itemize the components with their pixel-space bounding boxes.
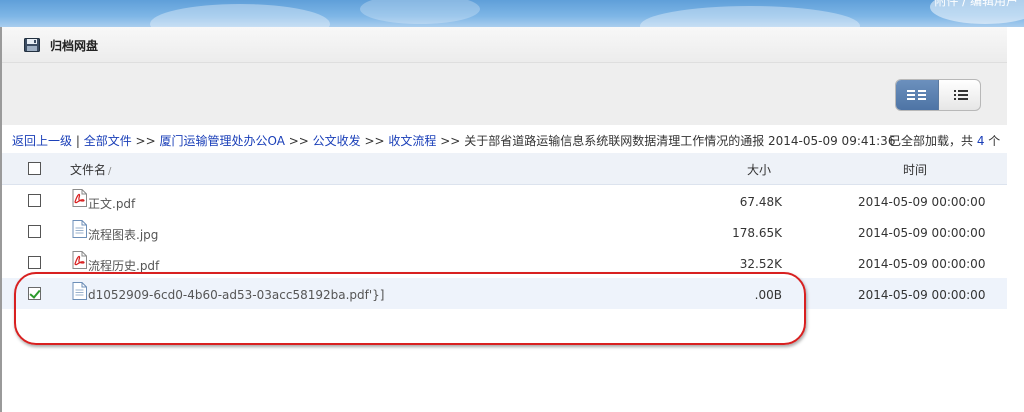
- right-edge: [1007, 27, 1024, 412]
- file-name[interactable]: d1052909-6cd0-4b60-ad53-03acc58192ba.pdf…: [88, 288, 384, 302]
- breadcrumb-document-exchange-link[interactable]: 公文收发: [313, 134, 361, 148]
- grid-view-button[interactable]: [896, 80, 939, 110]
- breadcrumb-separator: >>: [131, 134, 160, 148]
- file-time: 2014-05-09 00:00:00: [858, 195, 986, 209]
- breadcrumb-current-folder: 关于部省道路运输信息系统联网数据清理工作情况的通报 2014-05-09 09:…: [464, 134, 896, 148]
- table-header-row: 文件名 / 大小 时间: [2, 153, 1007, 185]
- table-row-selected[interactable]: d1052909-6cd0-4b60-ad53-03acc58192ba.pdf…: [2, 278, 1007, 309]
- file-size: .00B: [754, 288, 782, 302]
- view-toggle: [895, 79, 981, 111]
- load-status-suffix: 个: [984, 134, 1001, 148]
- file-time: 2014-05-09 00:00:00: [858, 288, 986, 302]
- file-time: 2014-05-09 00:00:00: [858, 226, 986, 240]
- table-row[interactable]: 流程历史.pdf 32.52K 2014-05-09 00:00:00: [2, 247, 1007, 278]
- pdf-file-icon: [72, 251, 87, 269]
- file-name[interactable]: 流程历史.pdf: [88, 257, 159, 274]
- row-checkbox[interactable]: [28, 225, 41, 238]
- breadcrumb-separator: |: [72, 134, 84, 148]
- file-table: 文件名 / 大小 时间 正文.pdf 67.48K 2014-05-09 00:0…: [2, 153, 1007, 309]
- file-name[interactable]: 流程图表.jpg: [88, 226, 158, 243]
- select-all-checkbox[interactable]: [28, 162, 41, 175]
- column-header-name-label: 文件名: [70, 163, 107, 177]
- breadcrumb-separator: >>: [284, 134, 313, 148]
- banner-cloud: [360, 0, 480, 24]
- file-size: 67.48K: [739, 195, 782, 209]
- row-checkbox[interactable]: [28, 194, 41, 207]
- file-size: 32.52K: [739, 257, 782, 271]
- banner-cloud: [150, 4, 330, 27]
- breadcrumb-bar: 返回上一级 | 全部文件 >> 厦门运输管理处办公OA >> 公文收发 >> 收…: [2, 125, 1007, 153]
- breadcrumb-back-link[interactable]: 返回上一级: [12, 134, 72, 148]
- breadcrumb: 返回上一级 | 全部文件 >> 厦门运输管理处办公OA >> 公文收发 >> 收…: [12, 132, 895, 149]
- load-status-prefix: 已全部加载，共: [889, 134, 977, 148]
- page-title: 归档网盘: [50, 39, 99, 53]
- banner-corner-text: 附件 / 编辑用户: [934, 0, 1018, 8]
- banner-cloud: [640, 6, 860, 27]
- breadcrumb-receive-flow-link[interactable]: 收文流程: [388, 134, 436, 148]
- sort-icon: /: [108, 166, 112, 177]
- list-view-button[interactable]: [939, 80, 980, 110]
- generic-file-icon: [72, 282, 87, 300]
- row-checkbox[interactable]: [28, 256, 41, 269]
- toolbar: [2, 63, 1007, 125]
- breadcrumb-separator: >>: [360, 134, 389, 148]
- image-file-icon: [72, 220, 87, 238]
- file-name[interactable]: 正文.pdf: [88, 195, 135, 212]
- title-bar: 归档网盘: [2, 27, 1007, 63]
- top-banner: 附件 / 编辑用户: [0, 0, 1024, 27]
- breadcrumb-separator: >>: [436, 134, 465, 148]
- grid-view-icon: [907, 90, 926, 100]
- row-checkbox-checked[interactable]: [28, 287, 41, 300]
- breadcrumb-all-files-link[interactable]: 全部文件: [84, 134, 132, 148]
- file-time: 2014-05-09 00:00:00: [858, 257, 986, 271]
- pdf-file-icon: [72, 189, 87, 207]
- load-status: 已全部加载，共 4 个: [889, 132, 1000, 149]
- floppy-disk-icon: [24, 38, 40, 52]
- column-header-time[interactable]: 时间: [903, 161, 927, 178]
- file-size: 178.65K: [732, 226, 782, 240]
- table-row[interactable]: 流程图表.jpg 178.65K 2014-05-09 00:00:00: [2, 216, 1007, 247]
- column-header-name[interactable]: 文件名 /: [70, 161, 111, 178]
- breadcrumb-office-oa-link[interactable]: 厦门运输管理处办公OA: [159, 134, 284, 148]
- list-view-icon: [953, 90, 968, 100]
- column-header-size[interactable]: 大小: [747, 161, 771, 178]
- table-row[interactable]: 正文.pdf 67.48K 2014-05-09 00:00:00: [2, 185, 1007, 216]
